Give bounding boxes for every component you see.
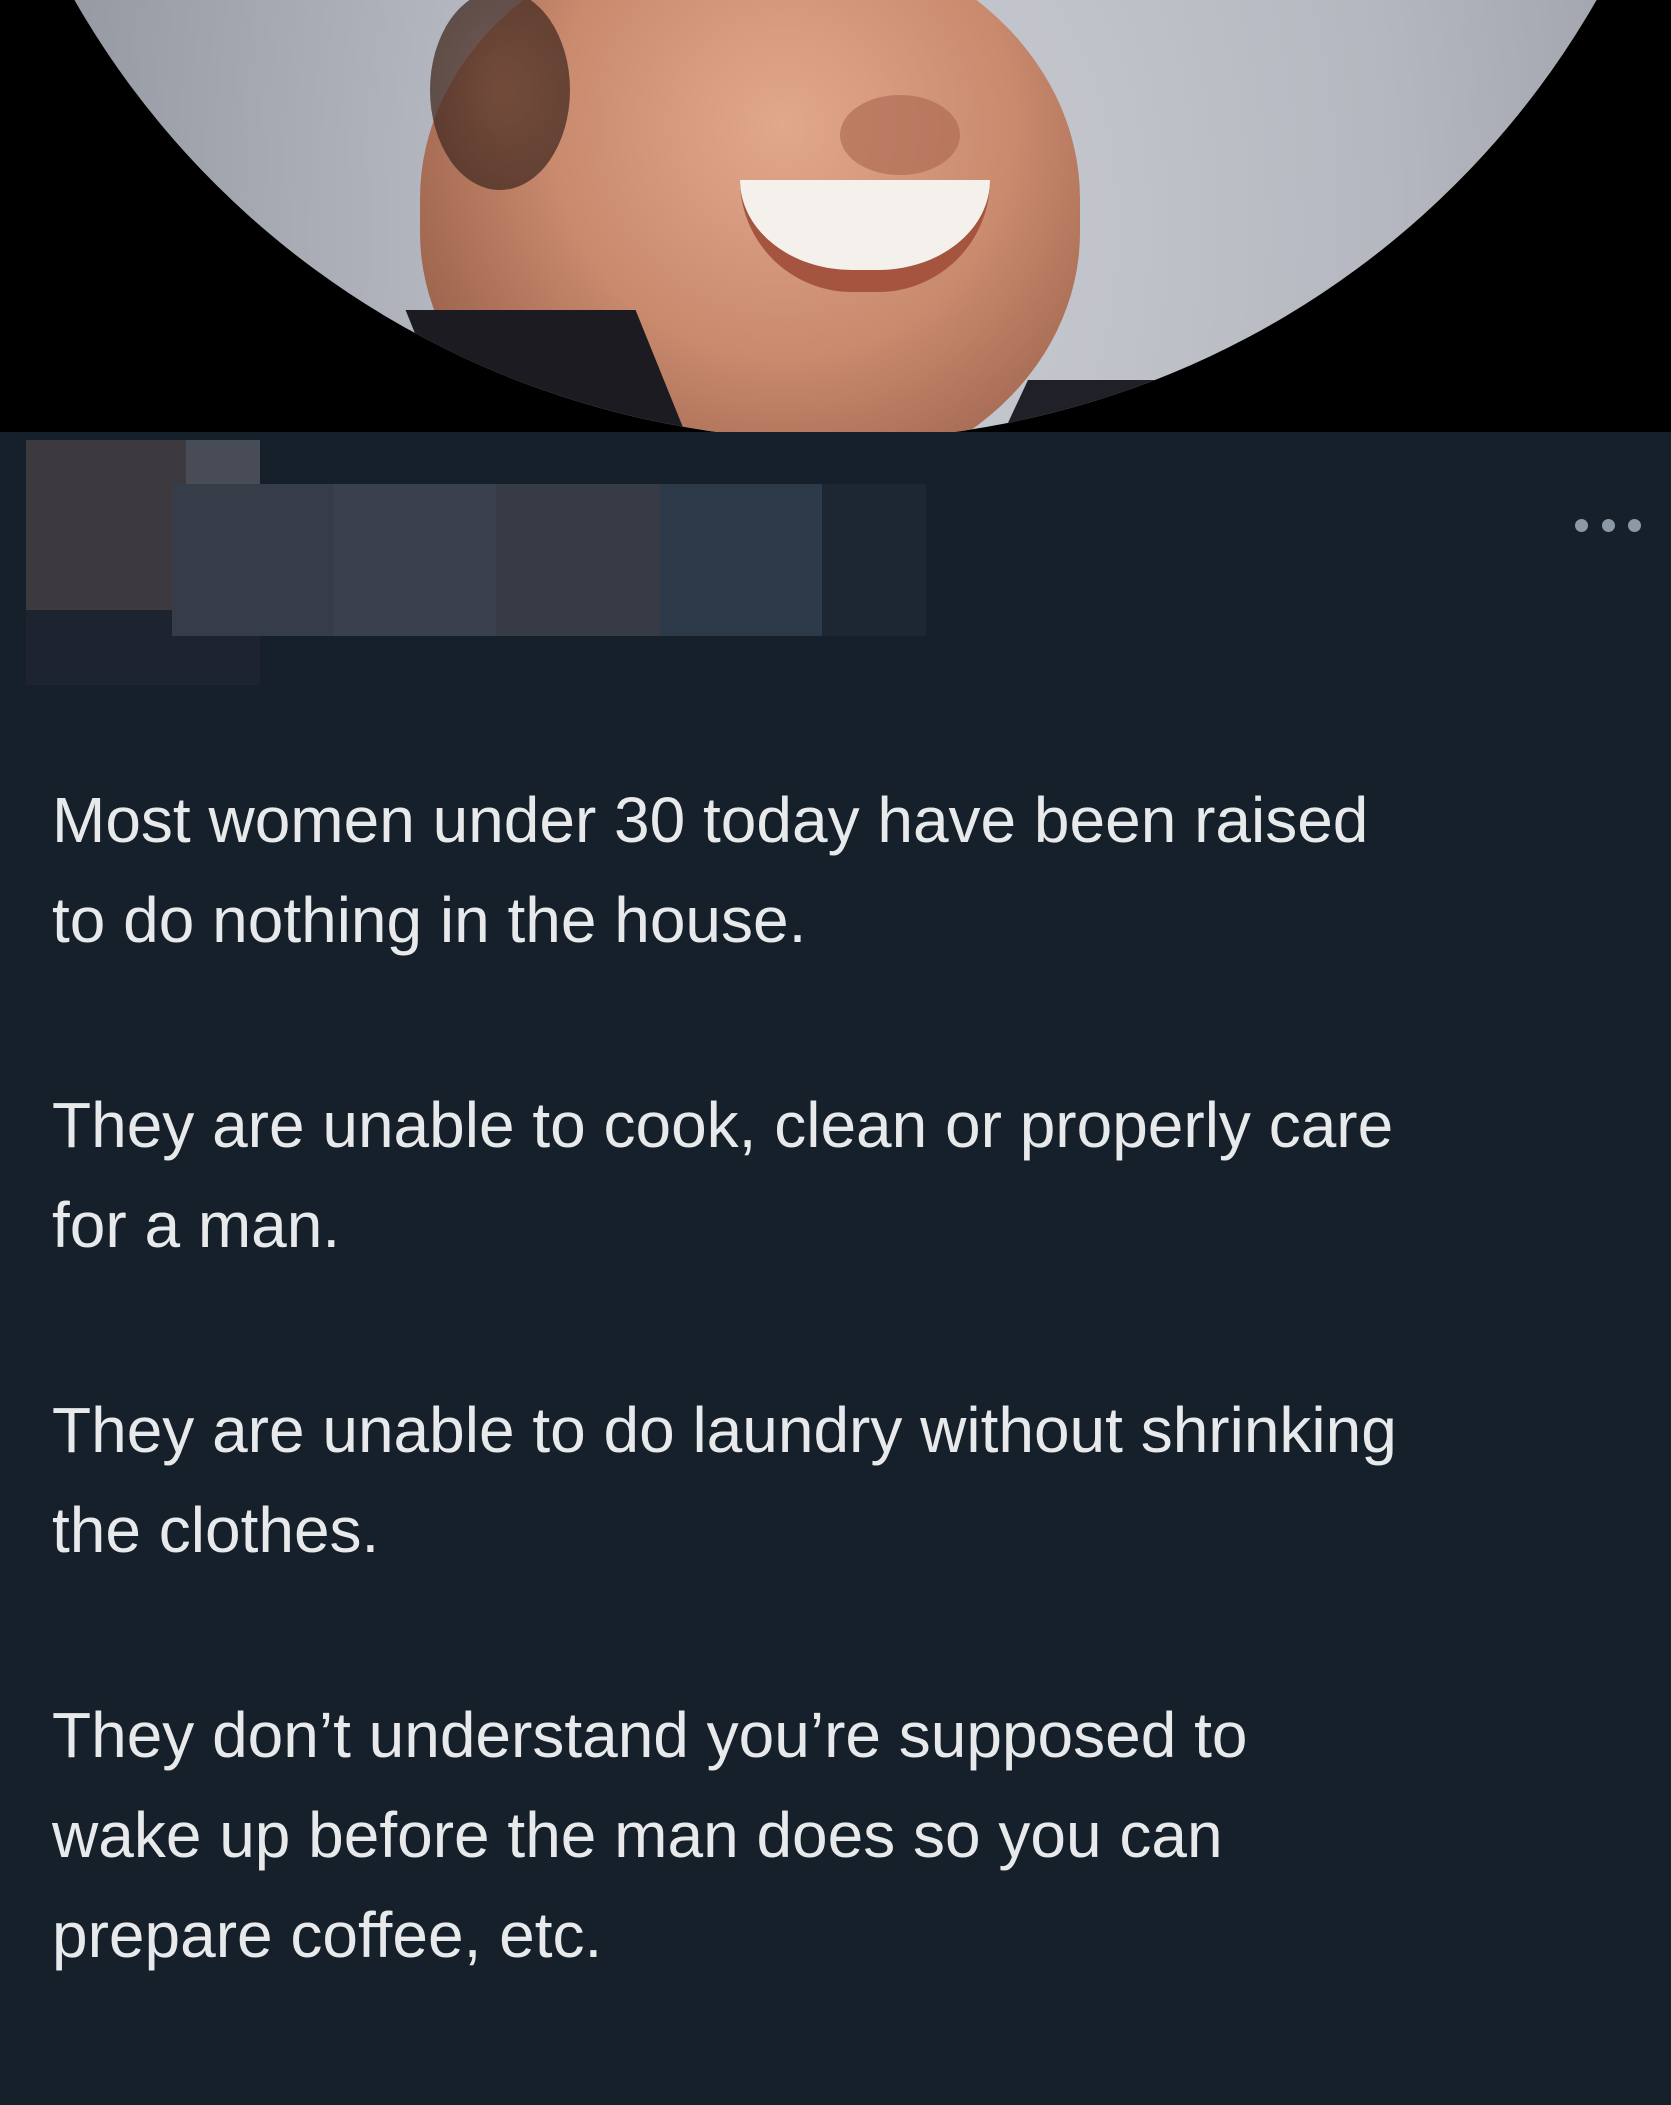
profile-photo[interactable] [0, 0, 1671, 432]
tweet-paragraph-2: They are unable to cook, clean or proper… [52, 1089, 1394, 1261]
tweet-paragraph-4: They don’t understand you’re supposed to… [52, 1699, 1248, 1971]
redacted-name-segment-5[interactable] [822, 484, 926, 636]
more-dot [1628, 518, 1641, 532]
tweet-paragraph-1: Most women under 30 today have been rais… [52, 784, 1369, 956]
avatar-circle [0, 0, 1671, 432]
nose-shadow [840, 95, 960, 175]
redacted-name-segment-2[interactable] [334, 484, 496, 636]
redacted-name-segment-1[interactable] [172, 484, 334, 636]
tweet-text: Most women under 30 today have been rais… [52, 770, 1642, 1985]
tweet-paragraph-3: They are unable to do laundry without sh… [52, 1394, 1397, 1566]
more-horizontal-icon [1575, 518, 1588, 532]
redacted-avatar-corner [186, 440, 260, 484]
more-options-button[interactable] [1575, 513, 1641, 537]
redacted-name-segment-3[interactable] [496, 484, 660, 636]
redacted-name-segment-4[interactable] [660, 484, 822, 636]
more-dot [1601, 518, 1615, 532]
